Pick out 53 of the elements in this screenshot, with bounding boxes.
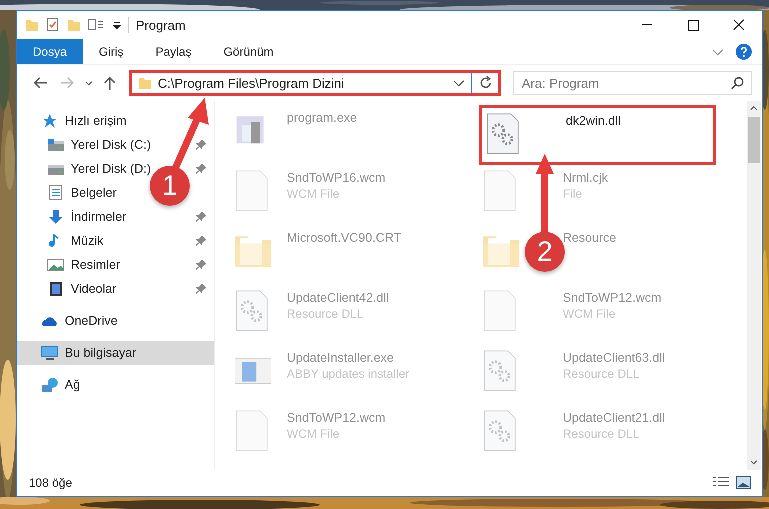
videos-icon — [47, 281, 65, 297]
scrollbar[interactable] — [747, 101, 761, 470]
chevron-icon[interactable] — [712, 46, 724, 56]
properties-icon[interactable] — [88, 18, 106, 32]
ribbon-tab[interactable]: Paylaş — [140, 39, 208, 64]
refresh-icon[interactable] — [478, 75, 494, 91]
window-title: Program — [136, 18, 186, 32]
nav-item[interactable]: Yerel Disk (C:) — [71, 138, 152, 152]
ribbon-tab[interactable]: Giriş — [83, 39, 140, 64]
nav-item[interactable]: Hızlı erişim — [17, 109, 214, 133]
checklist-icon[interactable] — [46, 18, 60, 32]
nav-item[interactable]: Resimler — [71, 258, 120, 272]
drive-icon — [47, 137, 65, 153]
address-path[interactable]: C:\Program Files\Program Dizini — [158, 76, 447, 90]
network-icon — [41, 377, 59, 393]
pin-icon[interactable] — [196, 260, 206, 270]
search-field[interactable]: Ara: Program — [513, 71, 752, 95]
computer-icon — [41, 345, 59, 361]
file-type: ABBY updates installer — [287, 367, 410, 381]
file-type: Resource DLL — [563, 367, 641, 381]
pictures-icon — [47, 257, 65, 273]
pin-icon[interactable] — [196, 140, 206, 150]
file-type: WCM File — [287, 187, 341, 201]
downloads-icon — [47, 209, 65, 225]
nav-item[interactable]: Bu bilgisayar — [17, 341, 214, 365]
ribbon-tab[interactable]: Dosya — [17, 39, 84, 64]
file-name[interactable]: dk2win.dll — [566, 114, 621, 128]
nav-item[interactable]: Yerel Disk (D:) — [71, 162, 152, 176]
large-icons-view-icon[interactable] — [736, 476, 752, 490]
scroll-thumb[interactable] — [748, 117, 760, 163]
pin-icon[interactable] — [196, 212, 206, 222]
folder-icon — [138, 76, 152, 90]
help-icon[interactable] — [736, 44, 752, 60]
documents-icon — [47, 185, 65, 201]
ribbon-tab[interactable]: Görünüm — [208, 39, 290, 64]
pin-icon[interactable] — [196, 164, 206, 174]
nav-item[interactable]: OneDrive — [17, 309, 214, 333]
search-icon[interactable] — [731, 76, 745, 90]
quick-icon — [41, 113, 59, 129]
file-type: File — [563, 187, 584, 201]
nav-item[interactable]: Videolar — [71, 282, 117, 296]
file-type: WCM File — [287, 427, 341, 441]
pin-icon[interactable] — [196, 236, 206, 246]
nav-item[interactable]: İndirmeler — [71, 210, 127, 224]
nav-item[interactable]: Ağ — [17, 373, 214, 397]
file-type: Resource DLL — [287, 307, 365, 321]
file-type: WCM File — [563, 307, 617, 321]
nav-item[interactable]: Belgeler — [71, 186, 117, 200]
item-count: 108 öğe — [29, 476, 72, 490]
file-type: Resource DLL — [563, 427, 641, 441]
nav-item[interactable]: Müzik — [71, 234, 104, 248]
dropdown-caret-icon[interactable] — [453, 78, 465, 88]
pin-icon[interactable] — [196, 284, 206, 294]
